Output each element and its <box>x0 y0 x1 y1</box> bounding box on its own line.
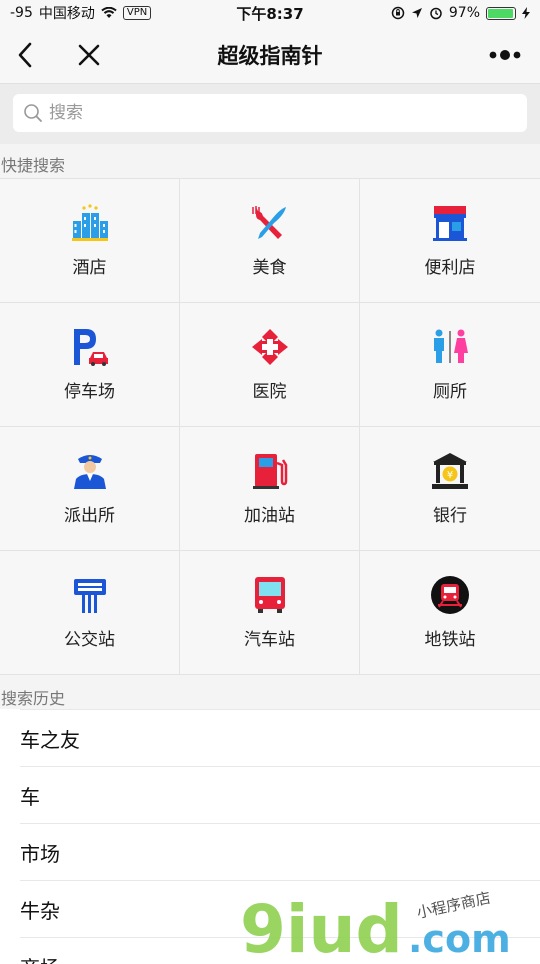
alarm-icon <box>430 7 442 20</box>
quick-item-subway[interactable]: 地铁站 <box>360 551 540 675</box>
wifi-icon <box>101 7 117 18</box>
more-dots-icon <box>489 49 521 60</box>
chevron-left-icon <box>18 42 32 67</box>
status-bar: -95 中国移动 VPN 下午8:37 97% <box>0 0 540 26</box>
quick-item-police[interactable]: 派出所 <box>0 427 180 551</box>
battery-icon <box>486 6 516 20</box>
gas-station-icon <box>252 454 287 489</box>
nav-bar: 超级指南针 <box>0 26 540 84</box>
quick-item-label: 地铁站 <box>424 630 476 650</box>
close-icon <box>78 44 100 65</box>
close-button[interactable] <box>64 26 114 84</box>
toilet-icon <box>434 329 468 363</box>
search-area <box>0 84 540 144</box>
quick-item-bus[interactable]: 汽车站 <box>180 551 360 675</box>
quick-search-grid: 酒店 美食 便利店 停车场 医院 厕所 派出所 加油站 ¥ 银行 公交站 汽车站… <box>0 178 540 675</box>
quick-item-label: 公交站 <box>64 630 115 650</box>
quick-item-parking[interactable]: 停车场 <box>0 303 180 427</box>
history-list: 车之友 车 市场 牛杂 商场 <box>0 709 540 964</box>
quick-item-hospital[interactable]: 医院 <box>180 303 360 427</box>
quick-item-label: 美食 <box>252 258 287 278</box>
quick-item-food[interactable]: 美食 <box>180 179 360 303</box>
charging-icon <box>522 7 530 19</box>
quick-item-gas-station[interactable]: 加油站 <box>180 427 360 551</box>
quick-item-label: 厕所 <box>433 382 467 402</box>
location-icon <box>411 8 422 18</box>
status-right: 97% <box>391 5 530 21</box>
police-icon <box>73 455 106 489</box>
quick-item-label: 银行 <box>433 506 467 526</box>
search-icon <box>24 104 42 122</box>
svg-text:¥: ¥ <box>447 470 453 481</box>
store-icon <box>433 206 467 241</box>
battery-percent: 97% <box>448 5 480 21</box>
status-left: -95 中国移动 VPN <box>10 3 152 23</box>
quick-item-label: 酒店 <box>72 258 107 278</box>
more-button[interactable] <box>470 26 540 84</box>
quick-item-label: 医院 <box>252 382 287 402</box>
quick-item-label: 加油站 <box>244 506 295 526</box>
search-box[interactable] <box>13 94 527 132</box>
signal-strength: -95 <box>10 5 33 21</box>
battery-level <box>488 8 514 18</box>
quick-item-label: 停车场 <box>64 382 115 402</box>
quick-search-label: 快捷搜索 <box>0 144 540 178</box>
history-item[interactable]: 市场 <box>20 823 540 880</box>
quick-item-toilet[interactable]: 厕所 <box>360 303 540 427</box>
food-icon <box>251 206 286 239</box>
history-item[interactable]: 车之友 <box>20 709 540 766</box>
bank-icon: ¥ <box>432 453 468 489</box>
bus-icon <box>254 577 285 613</box>
quick-item-label: 便利店 <box>424 258 476 278</box>
search-input[interactable] <box>49 103 517 123</box>
quick-item-label: 派出所 <box>64 506 115 526</box>
history-item[interactable]: 车 <box>20 766 540 823</box>
carrier-name: 中国移动 <box>38 6 95 22</box>
history-item[interactable]: 牛杂 <box>20 880 540 937</box>
quick-item-hotel[interactable]: 酒店 <box>0 179 180 303</box>
bus-stop-icon <box>73 579 106 613</box>
hospital-icon <box>251 329 288 365</box>
subway-icon <box>431 576 469 614</box>
back-button[interactable] <box>0 26 50 84</box>
quick-item-bank[interactable]: ¥ 银行 <box>360 427 540 551</box>
hotel-icon <box>71 204 108 241</box>
quick-item-store[interactable]: 便利店 <box>360 179 540 303</box>
rotation-lock-icon <box>391 6 405 20</box>
vpn-badge: VPN <box>122 6 152 20</box>
parking-icon <box>73 329 108 366</box>
quick-item-label: 汽车站 <box>244 630 295 650</box>
quick-item-bus-stop[interactable]: 公交站 <box>0 551 180 675</box>
history-label: 搜索历史 <box>1 689 66 708</box>
